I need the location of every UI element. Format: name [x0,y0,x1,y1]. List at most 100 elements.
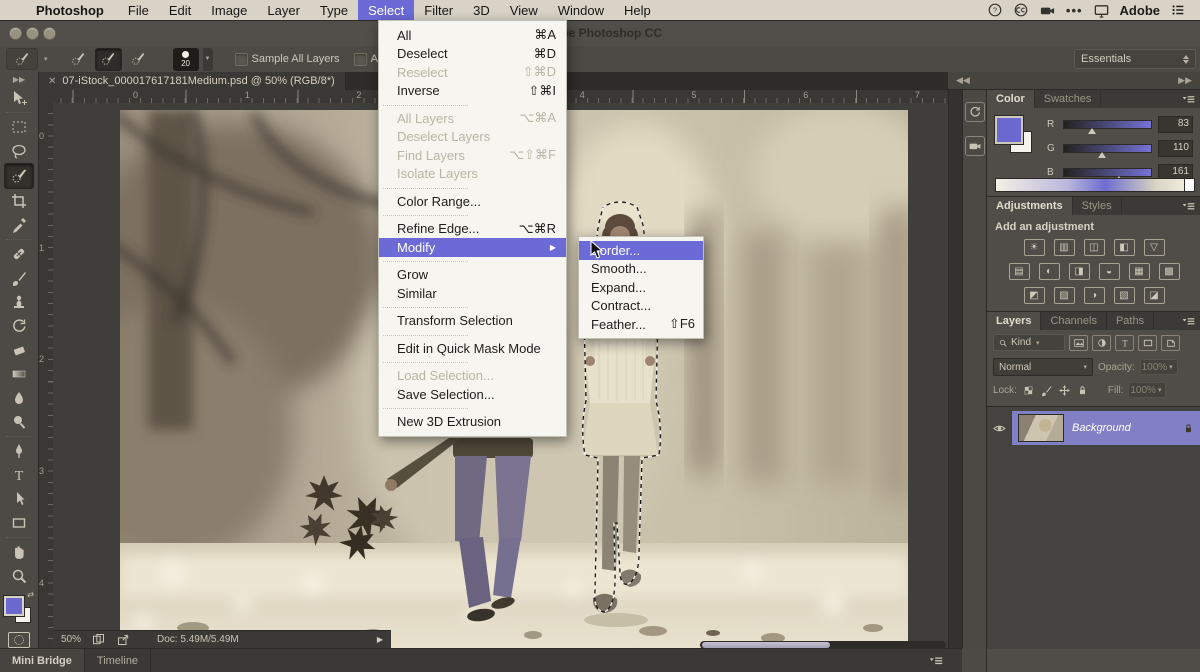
brightness-contrast-icon[interactable]: ☀ [1024,239,1045,256]
select-menu-item-grow[interactable]: Grow ▶ [379,266,566,285]
tab-styles[interactable]: Styles [1073,197,1122,215]
zoom-level[interactable]: 50% [61,634,81,645]
photo-filter-icon[interactable]: ◒ [1099,263,1120,280]
timeline-panel-menu-icon[interactable] [928,653,944,669]
tool-path-selection[interactable] [5,487,33,511]
adjustments-panel-menu-icon[interactable] [1181,199,1196,214]
layer-thumbnail[interactable] [1018,414,1064,442]
select-menu-item-save-selection[interactable]: Save Selection... ▶ [379,385,566,404]
screen-record-icon[interactable] [1039,2,1056,19]
close-document-icon[interactable]: ✕ [48,76,56,87]
tool-blur[interactable] [5,386,33,410]
filter-pixel-layers-icon[interactable] [1069,335,1088,351]
bottom-tab-mini-bridge[interactable]: Mini Bridge [0,649,85,672]
menubar-item-type[interactable]: Type [310,0,358,20]
lock-transparent-pixels-icon[interactable] [1022,384,1035,397]
filter-adjustment-layers-icon[interactable] [1092,335,1111,351]
exposure-icon[interactable]: ◧ [1114,239,1135,256]
tool-brush[interactable] [5,266,33,290]
brush-size-caret[interactable]: ▼ [203,48,213,71]
tool-pen[interactable] [5,439,33,463]
opacity-value[interactable]: 100%▾ [1140,359,1178,375]
slider-value[interactable]: 83 [1158,116,1193,133]
more-menu-icon[interactable]: ••• [1066,3,1083,18]
quick-mask-mode-button[interactable] [8,632,30,648]
workspace-switcher[interactable]: Essentials [1074,49,1196,69]
blend-mode-dropdown[interactable]: Normal ▾ [993,358,1093,376]
select-menu-item-transform-selection[interactable]: Transform Selection ▶ [379,312,566,331]
properties-panel-button[interactable] [965,136,985,156]
menubar-item-3d[interactable]: 3D [463,0,500,20]
add-to-selection-button[interactable] [95,48,122,71]
channel-mixer-icon[interactable]: ▦ [1129,263,1150,280]
menubar-item-layer[interactable]: Layer [257,0,310,20]
tab-channels[interactable]: Channels [1041,312,1106,330]
tool-crop[interactable] [5,189,33,213]
color-lookup-icon[interactable]: ▩ [1159,263,1180,280]
layer-row-background[interactable]: Background [987,411,1200,445]
foreground-color-swatch[interactable] [4,596,24,616]
select-menu-item-new-3d-extrusion[interactable]: New 3D Extrusion ▶ [379,413,566,432]
tab-paths[interactable]: Paths [1107,312,1154,330]
select-menu-item-modify[interactable]: Modify ▶ [379,238,566,257]
tool-lasso[interactable] [5,139,33,163]
curves-icon[interactable]: ◫ [1084,239,1105,256]
new-selection-button[interactable] [66,49,91,70]
layers-panel-menu-icon[interactable] [1181,314,1196,329]
collapse-dock-right-icon[interactable]: ▶▶ [1178,75,1192,86]
bottom-tab-timeline[interactable]: Timeline [85,649,151,672]
tool-type[interactable] [5,463,33,487]
document-tab[interactable]: ✕ 07-iStock_000017617181Medium.psd @ 50%… [38,72,346,90]
posterize-icon[interactable]: ▨ [1054,287,1075,304]
tab-swatches[interactable]: Swatches [1035,90,1102,108]
panel-color-swatches[interactable] [995,116,1039,160]
color-balance-icon[interactable]: ◐ [1039,263,1060,280]
auto-enhance-checkbox[interactable] [354,53,367,66]
hue-saturation-icon[interactable]: ▤ [1009,263,1030,280]
tool-dodge[interactable] [5,410,33,434]
slider-track[interactable] [1063,120,1152,129]
tool-eyedropper[interactable] [5,213,33,237]
menubar-item-file[interactable]: File [118,0,159,20]
collapse-dock-left-icon[interactable]: ◀◀ [956,75,970,86]
filter-shape-layers-icon[interactable] [1138,335,1157,351]
levels-icon[interactable]: ▥ [1054,239,1075,256]
slider-track[interactable] [1063,168,1152,177]
tool-preset-chip[interactable] [6,48,38,70]
adobe-menu[interactable]: Adobe [1120,3,1160,18]
black-white-icon[interactable]: ◨ [1069,263,1090,280]
gradient-map-icon[interactable]: ▧ [1114,287,1135,304]
tool-preset-caret-icon[interactable]: ▾ [44,55,48,63]
select-menu-item-color-range[interactable]: Color Range... ▶ [379,192,566,211]
fill-value[interactable]: 100%▾ [1128,382,1166,398]
tool-gradient[interactable] [5,362,33,386]
tool-clone-stamp[interactable] [5,290,33,314]
display-icon[interactable] [1093,2,1110,19]
tab-color[interactable]: Color [987,90,1035,108]
lock-image-pixels-icon[interactable] [1040,384,1053,397]
slider-track[interactable] [1063,144,1152,153]
filter-smart-objects-icon[interactable] [1161,335,1180,351]
selective-color-icon[interactable]: ◪ [1144,287,1165,304]
slider-value[interactable]: 110 [1158,140,1193,157]
select-menu-item-inverse[interactable]: Inverse ⇧⌘I ▶ [379,82,566,101]
lock-position-icon[interactable] [1058,384,1071,397]
status-options-arrow-icon[interactable]: ▶ [377,635,383,644]
slider-thumb[interactable] [1088,128,1096,134]
creative-cloud-icon[interactable] [1013,2,1029,18]
color-ramp-white-cell[interactable] [1184,178,1195,192]
swap-colors-icon[interactable]: ⇄ [27,590,34,599]
toolbar-collapse-icon[interactable]: ▶▶ [13,72,25,86]
modify-submenu-item-smooth[interactable]: Smooth... ▶ [579,260,703,279]
modify-submenu-item-feather[interactable]: Feather... ⇧F6 ▶ [579,315,703,334]
modify-submenu-item-contract[interactable]: Contract... ▶ [579,297,703,316]
tool-rectangle-shape[interactable] [5,511,33,535]
menubar-item-window[interactable]: Window [548,0,614,20]
apple-menu-icon[interactable] [0,0,26,20]
color-panel-menu-icon[interactable] [1181,92,1196,107]
lock-all-icon[interactable] [1076,384,1089,397]
tool-history-brush[interactable] [5,314,33,338]
share-icon[interactable] [116,632,131,647]
color-ramp[interactable] [995,178,1185,192]
history-panel-button[interactable] [965,102,985,122]
